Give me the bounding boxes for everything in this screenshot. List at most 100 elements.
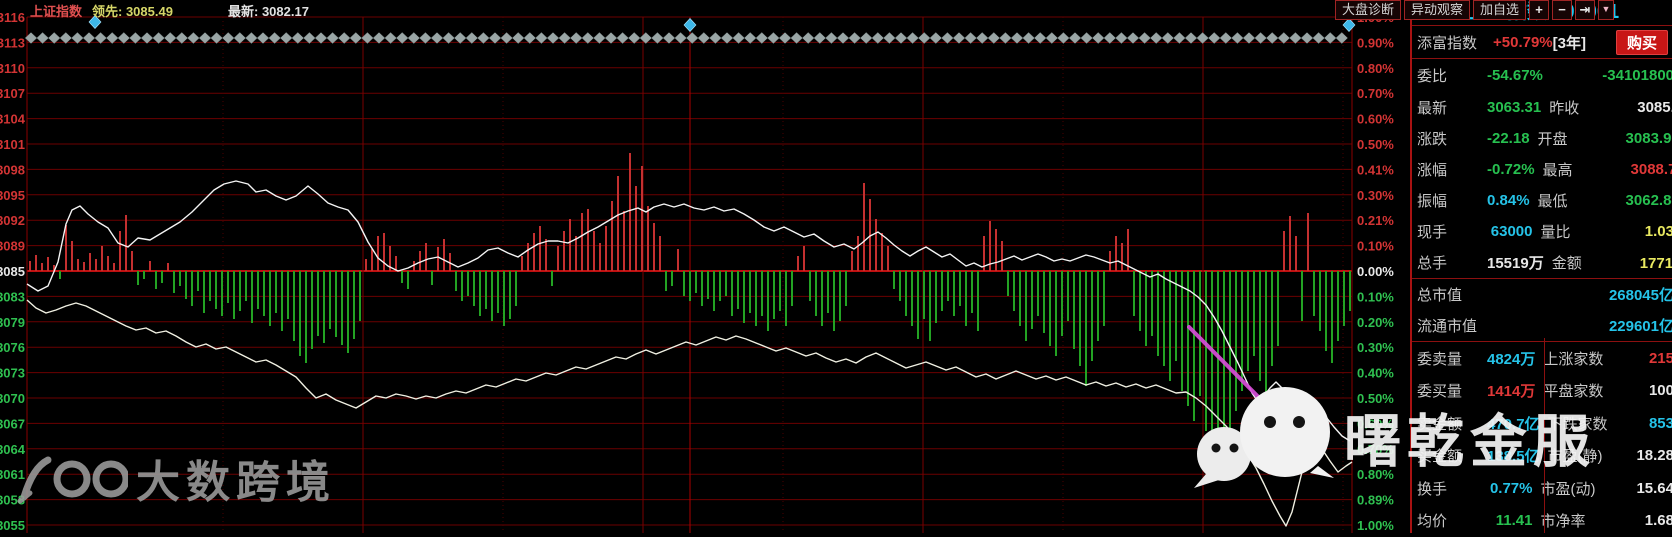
signal-diamond-icon [188, 33, 200, 44]
signal-diamond-icon [327, 33, 339, 44]
signal-diamond-icon [953, 33, 965, 44]
signal-diamond-icon [1185, 33, 1197, 44]
signal-diamond-icon [1116, 33, 1128, 44]
price-axis-tick: 3113 [0, 35, 25, 50]
movement-watch-button[interactable]: 异动观察 [1404, 0, 1470, 20]
zoom-out-button[interactable]: − [1552, 0, 1572, 20]
percent-axis-tick: 0.89% [1357, 493, 1394, 508]
field-label-2: 上涨家数 [1535, 348, 1631, 369]
signal-diamond-icon [686, 33, 698, 44]
field-label: 现手 [1417, 221, 1487, 242]
percent-axis-tick: 0.70% [1357, 86, 1394, 101]
signal-diamond-icon [930, 33, 942, 44]
field-label-2: 最低 [1530, 190, 1626, 211]
signal-diamond-icon [663, 33, 675, 44]
skip-to-end-icon[interactable]: ⇥ [1575, 0, 1595, 20]
signal-diamond-icon [837, 33, 849, 44]
percent-axis-tick: 0.00% [1357, 264, 1394, 279]
signal-diamond-icon [83, 33, 95, 44]
signal-diamond-icon [1174, 33, 1186, 44]
leading-value-label: 领先: 3085.49 [92, 1, 173, 20]
signal-diamond-icon [396, 33, 408, 44]
signal-diamond-icon [1081, 33, 1093, 44]
price-axis-tick: 3073 [0, 366, 25, 381]
signal-diamond-icon [884, 33, 896, 44]
field-label: 总手 [1417, 252, 1487, 273]
signal-diamond-icon [1232, 33, 1244, 44]
signal-diamond-icon [48, 33, 60, 44]
chevron-down-icon[interactable]: ▼ [1598, 0, 1614, 20]
signal-diamond-icon [779, 33, 791, 44]
price-axis-tick: 3107 [0, 86, 25, 101]
signal-diamond-icon [744, 33, 756, 44]
add-watchlist-button[interactable]: 加自选 [1473, 0, 1526, 20]
signal-diamond-icon [106, 33, 118, 44]
signal-diamond-icon [1127, 33, 1139, 44]
price-axis-tick: 3067 [0, 416, 25, 431]
signal-diamond-icon [524, 33, 536, 44]
weibi-value: -54.67% [1487, 67, 1543, 84]
signal-diamond-icon [1034, 33, 1046, 44]
field-value: 4824万 [1487, 348, 1535, 369]
field-label-2: 昨收 [1541, 97, 1637, 118]
signal-diamond-icon [408, 33, 420, 44]
left-watermark: 大数跨境 [16, 446, 336, 510]
signal-diamond-icon [222, 33, 234, 44]
field-label: 总市值 [1417, 284, 1487, 305]
signal-diamond-icon [536, 33, 548, 44]
percent-axis-tick: 1.00% [1357, 518, 1394, 533]
field-label-2: 开盘 [1530, 128, 1626, 149]
market-diagnosis-button[interactable]: 大盘诊断 [1335, 0, 1401, 20]
signal-diamond-icon [1220, 33, 1232, 44]
signal-diamond-icon [37, 33, 49, 44]
percent-axis-tick: 0.60% [1357, 112, 1394, 127]
field-value-2: 853 [1636, 415, 1672, 432]
signal-diamond-icon [907, 33, 919, 44]
quote-row-最新: 最新3063.31昨收3085.49 [1412, 92, 1672, 123]
field-value-2: 3083.96 [1626, 130, 1672, 147]
signal-diamond-icon [72, 33, 84, 44]
signal-diamond-icon [176, 33, 188, 44]
signal-diamond-icon [130, 33, 142, 44]
signal-diamond-icon [1104, 33, 1116, 44]
signal-diamond-icon [570, 33, 582, 44]
signal-diamond-icon [814, 33, 826, 44]
dashukuajing-logo-icon [16, 449, 128, 507]
signal-diamond-icon [1266, 33, 1278, 44]
signal-diamond-icon [246, 33, 258, 44]
signal-diamond-icon [675, 33, 687, 44]
signal-diamond-icon [1278, 33, 1290, 44]
signal-diamond-icon [652, 33, 664, 44]
percent-axis-tick: 0.50% [1357, 137, 1394, 152]
signal-diamond-icon [1023, 33, 1035, 44]
zoom-in-button[interactable]: + [1529, 0, 1549, 20]
quote-row-流通市值: 流通市值229601亿 [1412, 310, 1672, 341]
signal-diamond-icon [338, 33, 350, 44]
signal-diamond-icon [1197, 33, 1209, 44]
price-axis-tick: 3085 [0, 264, 25, 279]
field-value: 15519万 [1487, 252, 1544, 273]
highlight-diamond-icon [1343, 19, 1355, 32]
percent-axis-tick: 0.10% [1357, 239, 1394, 254]
field-label: 最新 [1417, 97, 1487, 118]
field-label: 涨跌 [1417, 128, 1487, 149]
signal-diamond-icon [710, 33, 722, 44]
buy-button[interactable]: 购买 [1616, 30, 1668, 55]
percent-axis-tick: 0.10% [1357, 289, 1394, 304]
weibi-row: 委比 -54.67% -34101800 [1412, 58, 1672, 92]
field-value: 0.84% [1487, 192, 1530, 209]
fund-return-value: +50.79% [1493, 34, 1553, 51]
signal-diamond-icon [1058, 33, 1070, 44]
quote-row-委卖量: 委卖量4824万上涨家数215 [1412, 342, 1672, 375]
signal-diamond-icon [1092, 33, 1104, 44]
quote-row-总市值: 总市值268045亿 [1412, 279, 1672, 310]
percent-axis-tick: 0.41% [1357, 162, 1394, 177]
signal-diamond-icon [1162, 33, 1174, 44]
field-label-2: 量比 [1533, 221, 1629, 242]
signal-diamond-icon [594, 33, 606, 44]
signal-diamond-icon [872, 33, 884, 44]
weibi-label: 委比 [1417, 65, 1487, 86]
field-label: 振幅 [1417, 190, 1487, 211]
field-label-2: 最高 [1535, 159, 1631, 180]
signal-diamond-icon [1011, 33, 1023, 44]
